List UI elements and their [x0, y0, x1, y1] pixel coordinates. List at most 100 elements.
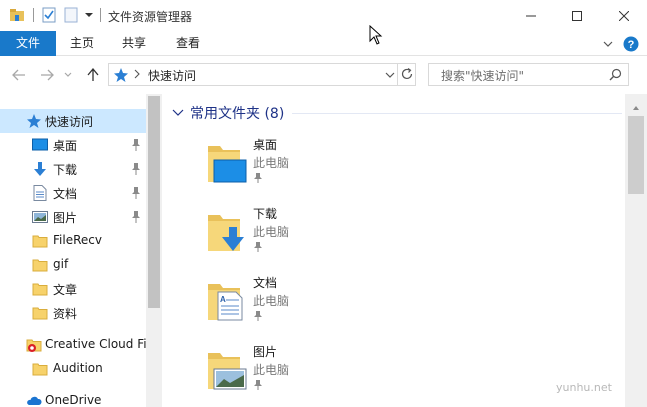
folder-location: 此电脑: [253, 294, 290, 308]
nav-item-label: 文章: [53, 283, 78, 297]
search-input[interactable]: 搜索"快速访问": [428, 63, 629, 86]
group-title: 常用文件夹 (8): [190, 106, 285, 122]
folder-tile-documents[interactable]: A 文档 此电脑: [206, 274, 346, 336]
nav-item-label: gif: [53, 257, 69, 271]
nav-item-label: FileRecv: [53, 233, 102, 247]
folder-icon: [32, 281, 48, 297]
chevron-down-icon[interactable]: [172, 106, 184, 120]
up-arrow-icon[interactable]: [84, 66, 102, 84]
folder-name: 文档: [253, 276, 278, 290]
nav-item-label: OneDrive: [45, 393, 102, 407]
customize-dropdown-icon[interactable]: [82, 6, 96, 24]
nav-item-creative-cloud[interactable]: Creative Cloud Fil: [0, 333, 150, 357]
desktop-folder-icon: [206, 140, 248, 187]
nav-item-articles[interactable]: 文章: [0, 277, 146, 301]
minimize-button[interactable]: [508, 0, 554, 31]
documents-folder-icon: A: [206, 278, 248, 325]
tab-share[interactable]: 共享: [108, 31, 160, 56]
svg-text:A: A: [220, 295, 226, 304]
search-placeholder: 搜索"快速访问": [441, 69, 525, 83]
folder-name: 下载: [253, 207, 278, 221]
pin-icon[interactable]: [253, 172, 263, 184]
desktop-icon: [32, 137, 48, 153]
nav-item-label: 下载: [53, 163, 78, 177]
refresh-icon[interactable]: [400, 67, 414, 84]
tab-view[interactable]: 查看: [162, 31, 214, 56]
nav-item-materials[interactable]: 资料: [0, 301, 146, 325]
address-dropdown-icon[interactable]: [385, 69, 395, 83]
nav-item-documents[interactable]: 文档: [0, 181, 146, 205]
group-header[interactable]: 常用文件夹 (8): [172, 104, 284, 122]
close-icon: [618, 10, 629, 21]
search-icon[interactable]: [609, 68, 622, 84]
downloads-folder-icon: [206, 209, 248, 256]
title-bar: 文件资源管理器: [0, 0, 647, 31]
window-title: 文件资源管理器: [108, 10, 193, 24]
pin-icon[interactable]: [130, 138, 142, 152]
pin-icon[interactable]: [130, 186, 142, 200]
content-scrollbar-thumb[interactable]: [628, 116, 644, 194]
folder-name: 桌面: [253, 138, 278, 152]
breadcrumb-chevron-icon[interactable]: [133, 68, 141, 83]
new-folder-icon[interactable]: [62, 6, 80, 24]
nav-item-desktop[interactable]: 桌面: [0, 133, 146, 157]
content-pane: 常用文件夹 (8) 桌面 此电脑 下载 此电脑 A 文档 此电脑 图片 此电脑: [162, 94, 647, 407]
nav-item-label: Creative Cloud Fil: [45, 337, 150, 351]
pin-icon[interactable]: [253, 241, 263, 253]
forward-arrow-icon[interactable]: [38, 66, 56, 84]
folder-tile-pictures[interactable]: 图片 此电脑: [206, 343, 346, 405]
maximize-button[interactable]: [554, 0, 600, 31]
pin-icon[interactable]: [253, 379, 263, 391]
folder-tile-desktop[interactable]: 桌面 此电脑: [206, 136, 346, 198]
document-icon: [32, 185, 48, 201]
folder-tile-downloads[interactable]: 下载 此电脑: [206, 205, 346, 267]
tab-file[interactable]: 文件: [0, 31, 56, 56]
folder-icon: [32, 361, 48, 377]
nav-item-label: 文档: [53, 187, 78, 201]
nav-item-gif[interactable]: gif: [0, 253, 146, 277]
close-button[interactable]: [600, 0, 647, 31]
folder-icon: [32, 257, 48, 273]
pin-icon[interactable]: [130, 210, 142, 224]
nav-item-audition[interactable]: Audition: [0, 357, 146, 381]
watermark: yunhu.net: [556, 381, 612, 394]
recent-locations-chevron-icon[interactable]: [62, 66, 74, 84]
help-icon[interactable]: ?: [622, 35, 640, 53]
pin-icon[interactable]: [253, 310, 263, 322]
ribbon-tabs: 文件 主页 共享 查看 ?: [0, 31, 647, 56]
creative-cloud-icon: [26, 337, 42, 353]
mouse-cursor-icon: [369, 24, 383, 45]
nav-item-quick-access[interactable]: 快速访问: [0, 109, 146, 133]
nav-item-pictures[interactable]: 图片: [0, 205, 146, 229]
folder-location: 此电脑: [253, 156, 290, 170]
navigation-pane: 快速访问 桌面 下载 文档 图片 FileRecv gif 文章 资料 Crea…: [0, 94, 162, 407]
svg-text:?: ?: [628, 39, 635, 51]
download-icon: [32, 161, 48, 177]
nav-item-label: 资料: [53, 307, 78, 321]
nav-item-onedrive[interactable]: OneDrive: [0, 389, 146, 407]
folder-location: 此电脑: [253, 225, 290, 239]
nav-scrollbar[interactable]: [146, 94, 162, 407]
scroll-up-icon[interactable]: [632, 100, 640, 114]
folder-icon: [32, 305, 48, 321]
nav-item-downloads[interactable]: 下载: [0, 157, 146, 181]
pictures-folder-icon: [206, 347, 248, 394]
nav-item-label: 桌面: [53, 139, 78, 153]
breadcrumb[interactable]: 快速访问: [148, 67, 196, 84]
nav-item-filerecv[interactable]: FileRecv: [0, 229, 146, 253]
pin-icon[interactable]: [130, 162, 142, 176]
address-bar-row: 快速访问 搜索"快速访问": [0, 56, 647, 94]
star-icon: [113, 67, 129, 86]
minimize-icon: [526, 15, 536, 16]
tab-home[interactable]: 主页: [56, 31, 108, 56]
maximize-icon: [572, 10, 582, 21]
properties-check-icon[interactable]: [40, 6, 58, 24]
back-arrow-icon[interactable]: [10, 66, 28, 84]
chevron-down-icon[interactable]: [600, 35, 616, 53]
group-divider: [292, 113, 622, 114]
nav-scrollbar-thumb[interactable]: [148, 96, 160, 308]
address-input[interactable]: 快速访问: [108, 63, 416, 86]
folder-name: 图片: [253, 345, 278, 359]
content-scrollbar[interactable]: [625, 94, 647, 407]
folder-home-icon[interactable]: [8, 6, 26, 24]
